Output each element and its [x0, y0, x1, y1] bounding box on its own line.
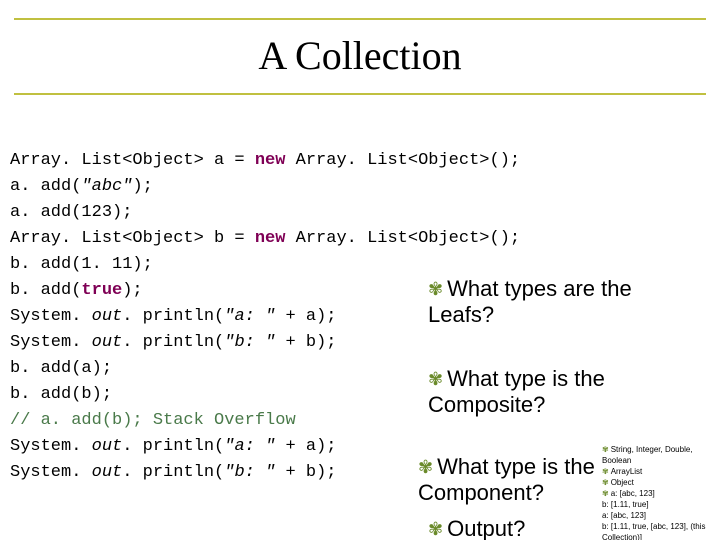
- bullet-icon: ✾: [418, 457, 433, 477]
- code-line-5: b. add(1. 11);: [10, 255, 153, 274]
- question-leafs: ✾What types are the Leafs?: [428, 276, 698, 328]
- bullet-icon: ✾: [428, 279, 443, 299]
- answer-leafs: ✾String, Integer, Double, Boolean: [602, 444, 720, 466]
- code-line-6: b. add(true);: [10, 281, 143, 300]
- answer-output-b2: b: [1.11, true, [abc, 123], (this Collec…: [602, 521, 720, 540]
- slide: A Collection Array. List<Object> a = new…: [0, 18, 720, 540]
- answer-output-a1: ✾a: [abc, 123]: [602, 488, 720, 499]
- answer-component: ✾Object: [602, 477, 720, 488]
- answer-output-b1: b: [1.11, true]: [602, 499, 720, 510]
- answer-output-a2: a: [abc, 123]: [602, 510, 720, 521]
- code-line-2: a. add("abc");: [10, 177, 153, 196]
- bullet-icon: ✾: [602, 467, 609, 476]
- code-line-10: b. add(b);: [10, 385, 112, 404]
- bullet-icon: ✾: [602, 478, 609, 487]
- question-composite: ✾What type is the Composite?: [428, 366, 698, 418]
- bullet-icon: ✾: [602, 489, 609, 498]
- answer-composite: ✾ArrayList: [602, 466, 720, 477]
- code-line-8: System. out. println("b: " + b);: [10, 333, 337, 352]
- answers-block: ✾String, Integer, Double, Boolean ✾Array…: [602, 444, 720, 540]
- title-box: A Collection: [14, 18, 706, 95]
- slide-title: A Collection: [14, 26, 706, 85]
- bullet-icon: ✾: [428, 369, 443, 389]
- code-line-9: b. add(a);: [10, 359, 112, 378]
- code-line-4: Array. List<Object> b = new Array. List<…: [10, 229, 520, 248]
- code-line-13: System. out. println("b: " + b);: [10, 463, 337, 482]
- code-line-3: a. add(123);: [10, 203, 132, 222]
- bullet-icon: ✾: [428, 519, 443, 539]
- bullet-icon: ✾: [602, 445, 609, 454]
- code-line-1: Array. List<Object> a = new Array. List<…: [10, 151, 520, 170]
- code-line-12: System. out. println("a: " + a);: [10, 437, 337, 456]
- code-line-7: System. out. println("a: " + a);: [10, 307, 337, 326]
- code-line-11: // a. add(b); Stack Overflow: [10, 411, 296, 430]
